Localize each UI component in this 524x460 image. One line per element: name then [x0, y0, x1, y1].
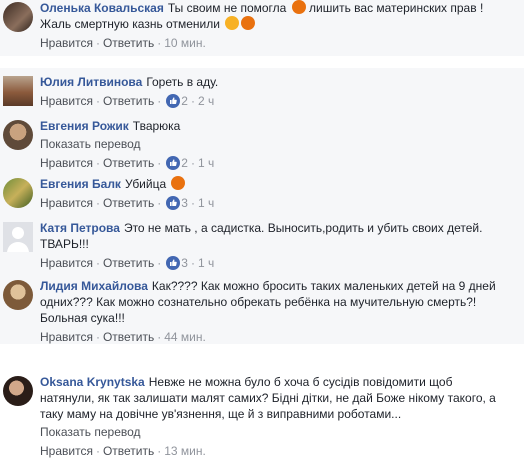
avatar[interactable]: [3, 376, 33, 406]
reply-button[interactable]: Ответить: [103, 196, 154, 210]
like-button[interactable]: Нравится: [40, 94, 93, 108]
reply-button[interactable]: Ответить: [103, 36, 154, 50]
comment-text: Ты своим не помогла: [167, 1, 287, 15]
avatar[interactable]: [3, 76, 33, 106]
like-button[interactable]: Нравится: [40, 196, 93, 210]
avatar[interactable]: [3, 280, 33, 310]
comment-time[interactable]: 1 ч: [198, 156, 214, 170]
comment-text: Тварюка: [132, 119, 181, 133]
like-button[interactable]: Нравится: [40, 330, 93, 344]
like-reaction-icon[interactable]: [166, 256, 181, 270]
avatar[interactable]: [3, 178, 33, 208]
avatar[interactable]: [3, 120, 33, 150]
like-button[interactable]: Нравится: [40, 156, 93, 170]
comment-author[interactable]: Оленька Ковальская: [40, 1, 164, 15]
comment-text: Убийца: [124, 177, 167, 191]
laughing-emoji-icon: [225, 16, 240, 30]
comment-author[interactable]: Oksana Krynytska: [40, 375, 145, 389]
avatar[interactable]: [3, 2, 33, 32]
comment-author[interactable]: Юлия Литвинова: [40, 75, 142, 89]
angry-emoji-icon: [241, 16, 256, 30]
like-reaction-icon[interactable]: [166, 94, 181, 108]
reply-button[interactable]: Ответить: [103, 444, 154, 458]
comment-author[interactable]: Катя Петрова: [40, 221, 120, 235]
reaction-count[interactable]: 3: [181, 256, 188, 270]
like-reaction-icon[interactable]: [166, 196, 181, 210]
reaction-count[interactable]: 3: [181, 196, 188, 210]
reply-button[interactable]: Ответить: [103, 256, 154, 270]
comment-author[interactable]: Евгения Рожик: [40, 119, 129, 133]
reply-button[interactable]: Ответить: [103, 156, 154, 170]
reply-button[interactable]: Ответить: [103, 330, 154, 344]
like-button[interactable]: Нравится: [40, 444, 93, 458]
default-avatar-icon[interactable]: [3, 222, 33, 252]
reaction-count[interactable]: 2: [181, 156, 188, 170]
comment-author[interactable]: Лидия Михайлова: [40, 279, 148, 293]
like-button[interactable]: Нравится: [40, 36, 93, 50]
like-reaction-icon[interactable]: [166, 156, 181, 170]
angry-emoji-icon: [171, 176, 186, 190]
comment-time[interactable]: 10 мин.: [164, 36, 206, 50]
reply-button[interactable]: Ответить: [103, 94, 154, 108]
comment-text: Гореть в аду.: [146, 75, 219, 89]
comment-time[interactable]: 2 ч: [198, 94, 214, 108]
comment-author[interactable]: Евгения Балк: [40, 177, 121, 191]
comment-time[interactable]: 1 ч: [198, 256, 214, 270]
show-translation-link[interactable]: Показать перевод: [40, 424, 510, 440]
reaction-count[interactable]: 2: [181, 94, 188, 108]
like-button[interactable]: Нравится: [40, 256, 93, 270]
angry-emoji-icon: [291, 0, 306, 14]
comment-time[interactable]: 13 мин.: [164, 444, 206, 458]
comment-time[interactable]: 44 мин.: [164, 330, 206, 344]
comment-time[interactable]: 1 ч: [198, 196, 214, 210]
show-translation-link[interactable]: Показать перевод: [40, 136, 510, 152]
